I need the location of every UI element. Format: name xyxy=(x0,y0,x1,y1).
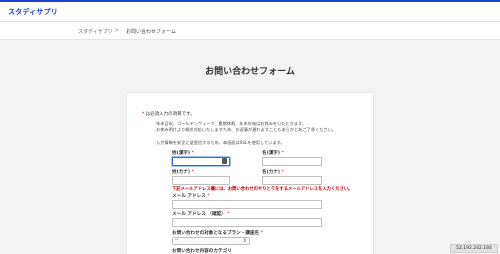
plan-select[interactable]: -- ⇕ xyxy=(172,237,250,245)
notice-delay: お休み明けより順次対応いたしますため、お返事が遅れますこともあらかじめご了承くだ… xyxy=(156,127,336,132)
breadcrumb-home-link[interactable]: スタディサプリ xyxy=(78,28,113,35)
email-label: メール アドレス * xyxy=(172,193,210,199)
email-confirm-label: メール アドレス （確認） * xyxy=(172,211,230,217)
category-label-text: お問い合わせ内容のカテゴリ xyxy=(172,249,232,254)
email-label-text: メール アドレス xyxy=(172,194,206,199)
last-name-kana-label: 姓(カナ) * xyxy=(172,169,194,175)
first-name-kanji-input[interactable] xyxy=(262,157,322,166)
plan-label-text: お問い合わせの対象となるプラン・講座名 xyxy=(172,231,260,236)
email-input[interactable] xyxy=(172,200,322,209)
notice-ssl: 入力情報を安全に送受信するため、本画面はSSLを使用しています。 xyxy=(156,140,285,145)
required-note: * は必須入力の項目です。 xyxy=(142,111,195,117)
password-manager-icon[interactable] xyxy=(222,158,227,164)
required-star: * xyxy=(227,212,230,217)
last-name-kana-input[interactable] xyxy=(172,176,230,185)
first-name-kanji-label-text: 名(漢字) xyxy=(262,151,280,156)
ip-address-badge: 52.192.242.184 xyxy=(450,244,498,253)
site-logo[interactable]: スタディサプリ xyxy=(8,7,58,17)
last-name-kana-label-text: 姓(カナ) xyxy=(172,170,190,175)
select-arrows-icon: ⇕ xyxy=(242,238,247,244)
last-name-kanji-label-text: 姓(漢字) xyxy=(172,151,190,156)
first-name-kana-label-text: 名(カナ) xyxy=(262,170,280,175)
breadcrumb: スタディサプリ > お問い合わせフォーム xyxy=(0,22,500,40)
required-star: * xyxy=(191,170,194,175)
required-star: * xyxy=(142,112,145,117)
page-title: お問い合わせフォーム xyxy=(205,67,295,77)
first-name-kanji-label: 名(漢字) * xyxy=(262,150,284,156)
required-star: * xyxy=(207,194,210,199)
first-name-kana-label: 名(カナ) * xyxy=(262,169,284,175)
plan-label: お問い合わせの対象となるプラン・講座名 * xyxy=(172,230,263,236)
email-confirm-label-text: メール アドレス （確認） xyxy=(172,212,226,217)
header-accent-stripe xyxy=(0,0,500,2)
required-note-text: は必須入力の項目です。 xyxy=(145,112,195,117)
site-header: スタディサプリ xyxy=(0,0,500,22)
email-confirm-input[interactable] xyxy=(172,218,322,227)
required-star: * xyxy=(281,151,284,156)
last-name-kanji-label: 姓(漢字) * xyxy=(172,150,194,156)
category-label: お問い合わせ内容のカテゴリ xyxy=(172,248,232,254)
required-star: * xyxy=(260,231,264,236)
breadcrumb-chevron-icon: > xyxy=(114,27,120,34)
email-warning: 下記メールアドレス欄には、お問い合わせのやりとりをするメールアドレスを入力くださ… xyxy=(172,187,353,192)
plan-select-value: -- xyxy=(175,238,179,243)
required-star: * xyxy=(191,151,194,156)
breadcrumb-current: お問い合わせフォーム xyxy=(126,29,176,35)
first-name-kana-input[interactable] xyxy=(262,176,322,185)
required-star: * xyxy=(281,170,284,175)
